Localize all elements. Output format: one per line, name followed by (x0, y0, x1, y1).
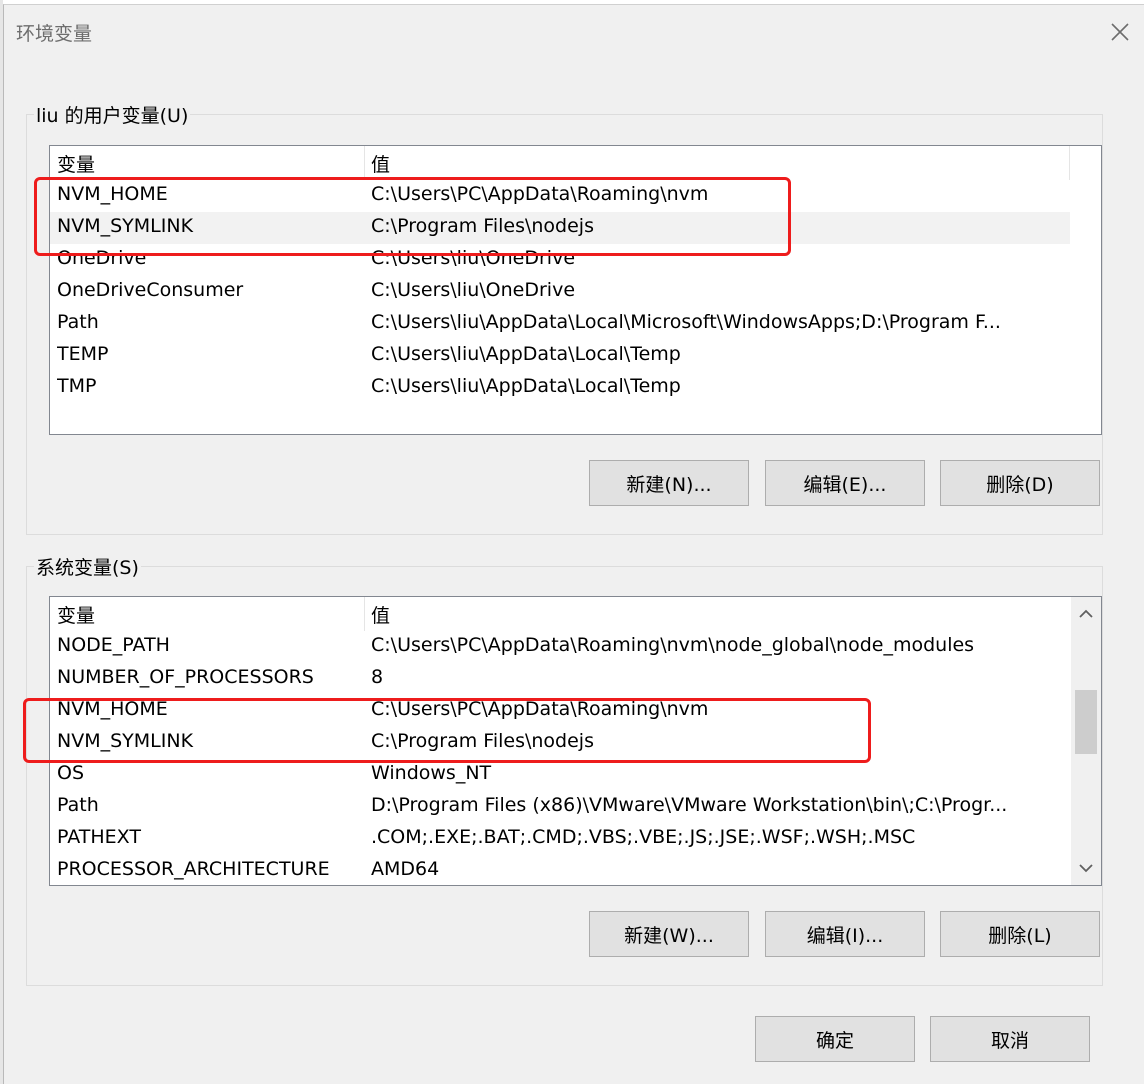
ok-button[interactable]: 确定 (755, 1016, 915, 1062)
scroll-up-button[interactable] (1071, 599, 1101, 629)
table-row[interactable]: OneDriveConsumer C:\Users\liu\OneDrive (50, 276, 1101, 308)
list-header: 变量 值 (50, 597, 1101, 631)
column-header-name[interactable]: 变量 (57, 150, 95, 177)
table-row[interactable]: PATHEXT .COM;.EXE;.BAT;.CMD;.VBS;.VBE;.J… (50, 823, 1101, 855)
table-row[interactable]: Path D:\Program Files (x86)\VMware\VMwar… (50, 791, 1101, 823)
variable-name: OneDriveConsumer (57, 279, 244, 301)
user-delete-button[interactable]: 删除(D) (940, 460, 1100, 506)
variable-value: C:\Users\liu\OneDrive (371, 279, 576, 301)
column-divider[interactable] (364, 597, 365, 631)
variable-value: C:\Users\liu\AppData\Local\Temp (371, 375, 681, 397)
variable-value: 8 (371, 666, 384, 688)
variable-name: Path (57, 794, 99, 816)
chevron-up-icon (1079, 609, 1093, 618)
variable-name: TEMP (57, 343, 109, 365)
highlight-box-system-nvm (23, 698, 871, 763)
cancel-button[interactable]: 取消 (930, 1016, 1090, 1062)
chevron-down-icon (1079, 864, 1093, 873)
column-header-value[interactable]: 值 (371, 601, 390, 628)
table-row[interactable]: PROCESSOR_ARCHITECTURE AMD64 (50, 855, 1101, 885)
variable-value: C:\Users\liu\AppData\Local\Microsoft\Win… (371, 311, 1001, 333)
column-divider[interactable] (364, 146, 365, 180)
table-row[interactable]: OS Windows_NT (50, 759, 1101, 791)
vertical-scrollbar[interactable] (1071, 597, 1101, 885)
user-variables-label: liu 的用户变量(U) (34, 101, 191, 128)
table-row[interactable]: TMP C:\Users\liu\AppData\Local\Temp (50, 372, 1101, 404)
scroll-down-button[interactable] (1071, 853, 1101, 883)
variable-name: NUMBER_OF_PROCESSORS (57, 666, 314, 688)
variable-value: Windows_NT (371, 762, 492, 784)
system-delete-button[interactable]: 删除(L) (940, 911, 1100, 957)
system-variables-label: 系统变量(S) (34, 553, 141, 580)
variable-name: OS (57, 762, 85, 784)
user-edit-button[interactable]: 编辑(E)... (765, 460, 925, 506)
variable-name: PATHEXT (57, 826, 141, 848)
column-header-name[interactable]: 变量 (57, 601, 95, 628)
variable-name: NODE_PATH (57, 634, 170, 656)
user-new-button[interactable]: 新建(N)... (589, 460, 749, 506)
variable-value: .COM;.EXE;.BAT;.CMD;.VBS;.VBE;.JS;.JSE;.… (371, 826, 916, 848)
variable-value: C:\Users\liu\AppData\Local\Temp (371, 343, 681, 365)
dialog-title: 环境变量 (16, 23, 93, 45)
table-row[interactable]: NODE_PATH C:\Users\PC\AppData\Roaming\nv… (50, 631, 1101, 663)
system-new-button[interactable]: 新建(W)... (589, 911, 749, 957)
variable-name: TMP (57, 375, 97, 397)
scrollbar-thumb[interactable] (1075, 690, 1097, 754)
environment-variables-dialog: 环境变量 liu 的用户变量(U) 变量 值 NVM_HOME C:\Users… (3, 4, 1144, 1084)
table-row[interactable]: NUMBER_OF_PROCESSORS 8 (50, 663, 1101, 695)
table-row[interactable]: TEMP C:\Users\liu\AppData\Local\Temp (50, 340, 1101, 372)
variable-value: AMD64 (371, 858, 440, 880)
close-icon (1111, 23, 1129, 41)
highlight-box-user-nvm (34, 177, 791, 256)
column-header-value[interactable]: 值 (371, 150, 390, 177)
column-divider[interactable] (1069, 146, 1070, 180)
variable-value: C:\Users\PC\AppData\Roaming\nvm\node_glo… (371, 634, 975, 656)
list-header: 变量 值 (50, 146, 1101, 180)
variable-value: D:\Program Files (x86)\VMware\VMware Wor… (371, 794, 1008, 816)
variable-name: PROCESSOR_ARCHITECTURE (57, 858, 330, 880)
variable-name: Path (57, 311, 99, 333)
close-button[interactable] (1100, 17, 1140, 47)
table-row[interactable]: Path C:\Users\liu\AppData\Local\Microsof… (50, 308, 1101, 340)
system-edit-button[interactable]: 编辑(I)... (765, 911, 925, 957)
